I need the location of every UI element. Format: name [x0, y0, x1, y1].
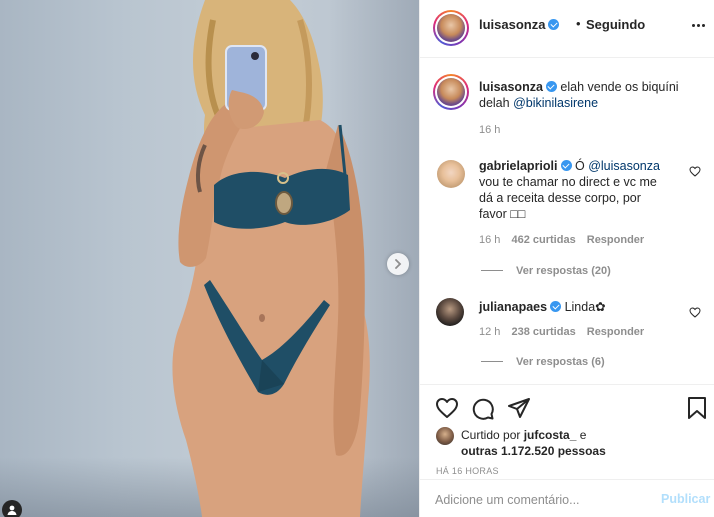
comment-timestamp[interactable]: 12 h — [479, 326, 500, 338]
verified-badge-icon — [550, 301, 562, 312]
author-username-text[interactable]: luisasonza — [479, 17, 545, 32]
reply-button[interactable]: Responder — [587, 234, 644, 246]
liked-by-middle: e — [579, 428, 587, 442]
post-time-ago[interactable]: HÁ 16 HORAS — [436, 466, 499, 476]
comment-input[interactable] — [435, 490, 650, 510]
comment-text: gabrielaprioli Ó @luisasonza vou te cham… — [479, 158, 669, 222]
comment-text: julianapaes Linda✿ — [479, 299, 679, 315]
chevron-right-icon — [395, 259, 402, 269]
liked-by-username[interactable]: jufcosta_ — [524, 428, 577, 442]
comment-body: Linda✿ — [564, 300, 606, 314]
follow-status-button[interactable]: Seguindo — [586, 17, 645, 32]
comment-likes-count[interactable]: 462 curtidas — [511, 234, 575, 246]
comment-username[interactable]: gabrielaprioli — [479, 159, 558, 173]
comment-username[interactable]: julianapaes — [479, 300, 547, 314]
tagged-people-button[interactable] — [2, 500, 22, 517]
comment-body: vou te chamar no direct e vc me dá a rec… — [479, 175, 657, 221]
post-header: luisasonza • Seguindo — [420, 0, 714, 58]
comment-prefix: Ó — [574, 159, 585, 173]
comment-meta: 16 h 462 curtidas Responder — [479, 234, 644, 246]
author-username[interactable]: luisasonza — [479, 17, 560, 32]
mirror-selfie-figure — [172, 0, 370, 517]
replies-divider — [481, 361, 503, 362]
reply-button[interactable]: Responder — [587, 326, 644, 338]
view-replies-button[interactable]: Ver respostas (6) — [481, 356, 605, 368]
replies-divider — [481, 270, 503, 271]
share-icon[interactable] — [507, 397, 531, 419]
liked-by-text: Curtido por jufcosta_ e outras 1.172.520… — [461, 427, 711, 459]
publish-button[interactable]: Publicar — [661, 492, 710, 506]
comment-icon[interactable] — [471, 397, 495, 421]
post-actions: Curtido por jufcosta_ e outras 1.172.520… — [420, 384, 714, 479]
liked-by-others-link[interactable]: outras 1.172.520 pessoas — [461, 444, 606, 458]
comment-meta: 12 h 238 curtidas Responder — [479, 326, 644, 338]
comment-avatar[interactable] — [437, 160, 465, 188]
view-replies-label[interactable]: Ver respostas (6) — [516, 356, 605, 368]
author-avatar[interactable] — [433, 10, 469, 46]
user-icon — [7, 505, 17, 515]
post-photo[interactable] — [0, 0, 419, 517]
verified-badge-icon — [560, 160, 572, 171]
caption-timestamp[interactable]: 16 h — [479, 124, 500, 136]
liked-by-prefix: Curtido por — [461, 428, 521, 442]
like-comment-heart-icon[interactable] — [689, 166, 701, 177]
like-comment-heart-icon[interactable] — [689, 307, 701, 318]
add-comment-bar: Publicar — [420, 479, 714, 517]
bookmark-icon[interactable] — [687, 397, 707, 419]
comment-likes-count[interactable]: 238 curtidas — [511, 326, 575, 338]
caption-author-avatar[interactable] — [433, 74, 469, 110]
comment-mention-link[interactable]: @luisasonza — [588, 159, 660, 173]
comment-item: gabrielaprioli Ó @luisasonza vou te cham… — [433, 156, 703, 286]
liked-by-avatar[interactable] — [436, 427, 454, 445]
view-replies-button[interactable]: Ver respostas (20) — [481, 265, 611, 277]
comment-avatar[interactable] — [436, 298, 464, 326]
view-replies-label[interactable]: Ver respostas (20) — [516, 265, 611, 277]
more-options-icon[interactable] — [692, 24, 705, 27]
verified-badge-icon — [548, 19, 560, 30]
post-side-panel: luisasonza • Seguindo luisasonza elah ve… — [419, 0, 714, 517]
comments-section: luisasonza elah vende os biquíni delah @… — [420, 59, 714, 384]
comment-item: julianapaes Linda✿ 12 h 238 curtidas Res… — [433, 297, 703, 384]
caption-mention-link[interactable]: @bikinilasirene — [513, 96, 598, 110]
heart-icon[interactable] — [435, 397, 459, 419]
caption-text: luisasonza elah vende os biquíni delah @… — [479, 79, 694, 111]
caption-username[interactable]: luisasonza — [479, 80, 543, 94]
next-photo-button[interactable] — [387, 253, 409, 275]
header-separator: • — [576, 16, 581, 31]
verified-badge-icon — [545, 81, 557, 92]
comment-timestamp[interactable]: 16 h — [479, 234, 500, 246]
